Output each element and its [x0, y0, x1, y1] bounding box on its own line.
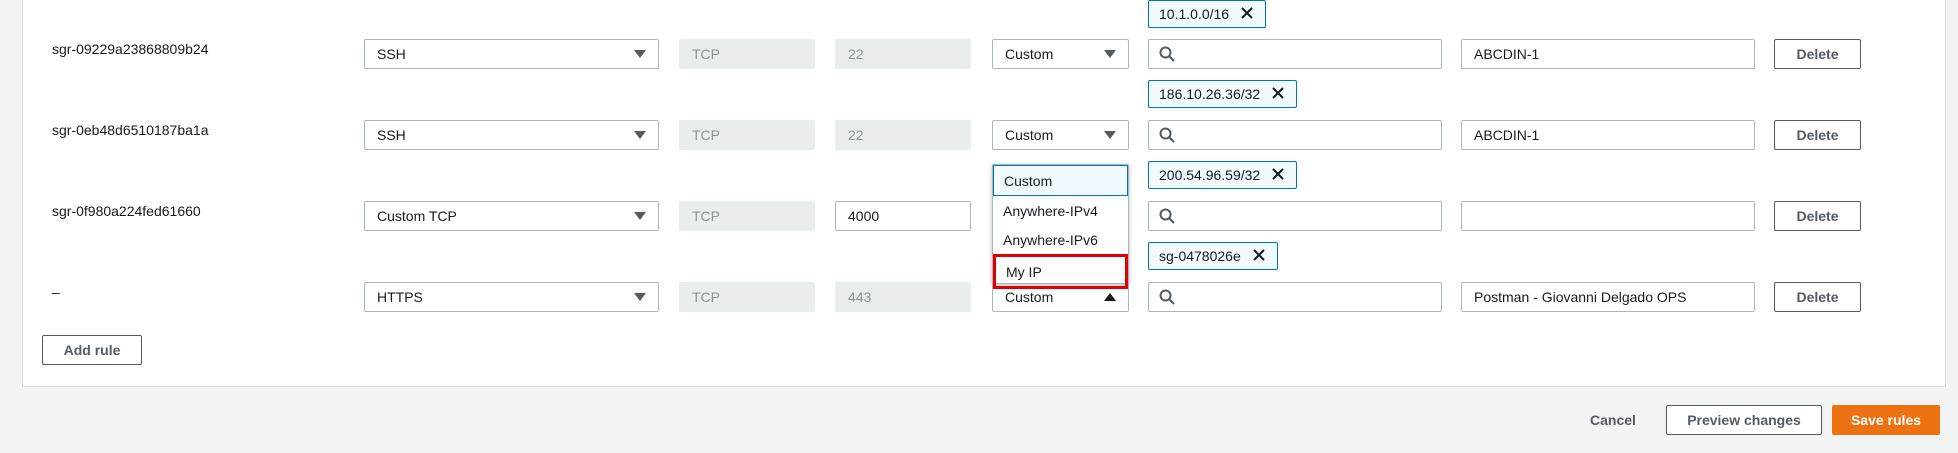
search-icon	[1159, 127, 1175, 143]
source-type-value: Custom	[1005, 46, 1054, 62]
delete-button[interactable]: Delete	[1774, 282, 1861, 312]
type-select[interactable]: SSH	[364, 120, 659, 150]
port-range-field: 22	[835, 39, 971, 69]
preview-changes-button[interactable]: Preview changes	[1666, 405, 1822, 435]
dropdown-option-anywhere-ipv4[interactable]: Anywhere-IPv4	[993, 196, 1128, 225]
description-input[interactable]: ABCDIN-1	[1461, 120, 1755, 150]
source-token: sg-0478026e	[1148, 242, 1278, 270]
type-select[interactable]: SSH	[364, 39, 659, 69]
rule-id: sgr-0f980a224fed61660	[52, 203, 201, 219]
source-search-input[interactable]	[1148, 39, 1442, 69]
source-type-select[interactable]: Custom	[992, 39, 1129, 69]
search-icon	[1159, 46, 1175, 62]
source-token: 200.54.96.59/32	[1148, 161, 1298, 189]
rule-id: sgr-09229a23868809b24	[52, 41, 209, 57]
protocol-field: TCP	[679, 282, 815, 312]
description-input[interactable]: Postman - Giovanni Delgado OPS	[1461, 282, 1755, 312]
delete-button[interactable]: Delete	[1774, 39, 1861, 69]
chevron-down-icon	[1104, 50, 1116, 58]
remove-token-icon[interactable]	[1270, 85, 1286, 104]
remove-token-icon[interactable]	[1239, 5, 1255, 24]
chevron-up-icon	[1104, 293, 1116, 301]
description-input[interactable]	[1461, 201, 1755, 231]
chevron-down-icon	[1104, 131, 1116, 139]
source-token: 186.10.26.36/32	[1148, 80, 1298, 108]
chevron-down-icon	[634, 50, 646, 58]
add-rule-button[interactable]: Add rule	[42, 335, 142, 365]
rule-id: –	[52, 284, 60, 300]
type-select[interactable]: HTTPS	[364, 282, 659, 312]
type-select[interactable]: Custom TCP	[364, 201, 659, 231]
chevron-down-icon	[634, 131, 646, 139]
dropdown-option-my-ip[interactable]: My IP	[993, 254, 1128, 289]
source-search-input[interactable]	[1148, 120, 1442, 150]
chevron-down-icon	[634, 293, 646, 301]
save-rules-button[interactable]: Save rules	[1832, 405, 1940, 435]
port-range-field: 443	[835, 282, 971, 312]
protocol-field: TCP	[679, 120, 815, 150]
protocol-field: TCP	[679, 201, 815, 231]
remove-token-icon[interactable]	[1251, 247, 1267, 266]
remove-token-icon[interactable]	[1270, 166, 1286, 185]
source-type-select[interactable]: Custom	[992, 120, 1129, 150]
chevron-down-icon	[634, 212, 646, 220]
type-value: Custom TCP	[377, 208, 457, 224]
token-label: 186.10.26.36/32	[1159, 86, 1261, 102]
delete-button[interactable]: Delete	[1774, 201, 1861, 231]
cancel-button[interactable]: Cancel	[1590, 412, 1636, 428]
source-type-value: Custom	[1005, 289, 1054, 305]
search-icon	[1159, 208, 1175, 224]
rule-id: sgr-0eb48d6510187ba1a	[52, 122, 209, 138]
source-search-input[interactable]	[1148, 201, 1442, 231]
port-range-field: 22	[835, 120, 971, 150]
protocol-field: TCP	[679, 39, 815, 69]
type-value: SSH	[377, 127, 406, 143]
dropdown-option-anywhere-ipv6[interactable]: Anywhere-IPv6	[993, 225, 1128, 254]
token-label: 10.1.0.0/16	[1159, 6, 1230, 22]
source-type-dropdown: Custom Anywhere-IPv4 Anywhere-IPv6 My IP	[992, 164, 1129, 289]
port-range-input[interactable]: 4000	[835, 201, 971, 231]
type-value: HTTPS	[377, 289, 423, 305]
search-icon	[1159, 289, 1175, 305]
source-type-value: Custom	[1005, 127, 1054, 143]
type-value: SSH	[377, 46, 406, 62]
dropdown-option-custom[interactable]: Custom	[993, 165, 1128, 196]
delete-button[interactable]: Delete	[1774, 120, 1861, 150]
description-input[interactable]: ABCDIN-1	[1461, 39, 1755, 69]
source-search-input[interactable]	[1148, 282, 1442, 312]
token-label: sg-0478026e	[1159, 248, 1241, 264]
token-label: 200.54.96.59/32	[1159, 167, 1261, 183]
source-token: 10.1.0.0/16	[1148, 0, 1267, 28]
